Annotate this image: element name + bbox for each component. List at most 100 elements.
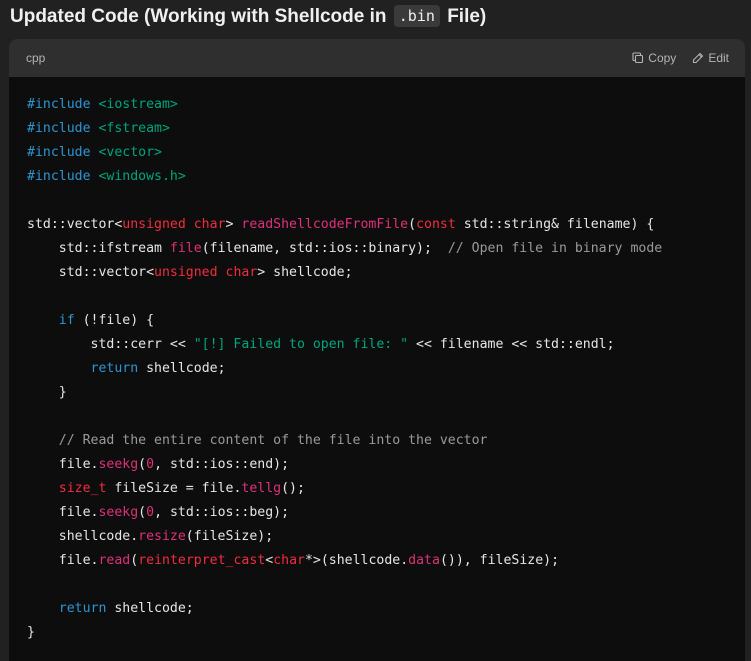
code-token: file. bbox=[27, 553, 99, 568]
copy-button[interactable]: Copy bbox=[632, 51, 676, 65]
code-token: return bbox=[90, 361, 139, 376]
code-token: ()), fileSize); bbox=[439, 553, 560, 568]
code-line: #include <fstream> bbox=[27, 117, 745, 141]
code-line: std::cerr << "[!] Failed to open file: "… bbox=[27, 333, 745, 357]
heading-text: Updated Code (Working with Shellcode in bbox=[10, 6, 387, 27]
code-token: <windows.h> bbox=[98, 169, 186, 184]
code-line: shellcode.resize(fileSize); bbox=[27, 525, 745, 549]
code-token: 0 bbox=[146, 457, 155, 472]
code-token: ( bbox=[138, 505, 147, 520]
code-token: char bbox=[273, 553, 305, 568]
code-token: std::vector< bbox=[27, 217, 123, 232]
edit-label: Edit bbox=[708, 51, 729, 65]
copy-label: Copy bbox=[648, 51, 677, 65]
code-token: (!file) { bbox=[74, 313, 155, 328]
code-token: return bbox=[58, 601, 107, 616]
code-token: , std::ios::end); bbox=[154, 457, 290, 472]
code-line: #include <vector> bbox=[27, 141, 745, 165]
code-token: "[!] Failed to open file: " bbox=[193, 337, 409, 352]
code-token: read bbox=[98, 553, 131, 568]
code-token: file. bbox=[27, 505, 99, 520]
code-token: seekg bbox=[98, 505, 139, 520]
code-token: > shellcode; bbox=[257, 265, 353, 280]
code-token: std::string& filename) { bbox=[455, 217, 655, 232]
code-token: << filename << std::endl; bbox=[408, 337, 615, 352]
code-token: <fstream> bbox=[98, 121, 170, 136]
code-token: shellcode. bbox=[27, 529, 139, 544]
code-actions: Copy Edit bbox=[632, 51, 729, 65]
code-token: readShellcodeFromFile bbox=[241, 217, 409, 232]
code-token: seekg bbox=[98, 457, 139, 472]
code-token: std::vector< bbox=[27, 265, 155, 280]
code-token: resize bbox=[138, 529, 186, 544]
code-block-header: cpp Copy Edit bbox=[9, 39, 745, 77]
copy-icon bbox=[632, 52, 644, 64]
code-token: tellg bbox=[241, 481, 282, 496]
code-line: file.seekg(0, std::ios::end); bbox=[27, 453, 745, 477]
code-token: file. bbox=[27, 457, 99, 472]
code-token: (filename, std::ios::binary); bbox=[201, 241, 448, 256]
code-token: shellcode; bbox=[138, 361, 226, 376]
code-token: , std::ios::beg); bbox=[154, 505, 290, 520]
code-line: return shellcode; bbox=[27, 597, 745, 621]
code-token: #include bbox=[27, 97, 99, 112]
code-token: // Open file in binary mode bbox=[447, 241, 663, 256]
code-line: #include <windows.h> bbox=[27, 165, 745, 189]
section-heading: Updated Code (Working with Shellcode in … bbox=[10, 4, 486, 30]
code-token: <iostream> bbox=[98, 97, 178, 112]
code-line: #include <iostream> bbox=[27, 93, 745, 117]
code-token: < bbox=[265, 553, 274, 568]
inline-code-extension: .bin bbox=[393, 5, 440, 27]
code-token: 0 bbox=[146, 505, 155, 520]
code-token: } bbox=[27, 625, 35, 640]
code-line: std::vector<unsigned char> readShellcode… bbox=[27, 213, 745, 237]
edit-icon bbox=[693, 52, 704, 64]
code-line: // Read the entire content of the file i… bbox=[27, 429, 745, 453]
code-token: std::ifstream bbox=[27, 241, 170, 256]
code-line: if (!file) { bbox=[27, 309, 745, 333]
code-token: > bbox=[225, 217, 242, 232]
code-line: file.read(reinterpret_cast<char*>(shellc… bbox=[27, 549, 745, 573]
code-token: file bbox=[169, 241, 202, 256]
code-token: // Read the entire content of the file i… bbox=[58, 433, 488, 448]
code-line: std::ifstream file(filename, std::ios::b… bbox=[27, 237, 745, 261]
code-line: return shellcode; bbox=[27, 357, 745, 381]
code-token: *>(shellcode. bbox=[304, 553, 409, 568]
code-token: const bbox=[416, 217, 456, 232]
code-line: file.seekg(0, std::ios::beg); bbox=[27, 501, 745, 525]
code-token: ( bbox=[138, 457, 147, 472]
code-lines: #include <iostream> #include <fstream> #in… bbox=[27, 93, 745, 645]
code-token: fileSize = file. bbox=[106, 481, 242, 496]
code-token: unsigned char bbox=[122, 217, 226, 232]
code-token: #include bbox=[27, 145, 99, 160]
code-token: shellcode; bbox=[106, 601, 194, 616]
edit-button[interactable]: Edit bbox=[692, 51, 729, 65]
code-token: ( bbox=[130, 553, 139, 568]
code-token: size_t bbox=[58, 481, 107, 496]
code-token: data bbox=[408, 553, 440, 568]
code-language-label: cpp bbox=[26, 51, 46, 65]
code-content[interactable]: #include <iostream> #include <fstream> #in… bbox=[9, 77, 745, 645]
code-token: reinterpret_cast bbox=[138, 553, 266, 568]
code-line: size_t fileSize = file.tellg(); bbox=[27, 477, 745, 501]
code-line: std::vector<unsigned char> shellcode; bbox=[27, 261, 745, 285]
code-line: } bbox=[27, 621, 745, 645]
code-token: <vector> bbox=[98, 145, 162, 160]
code-token: #include bbox=[27, 169, 99, 184]
code-token: } bbox=[27, 385, 67, 400]
code-line: } bbox=[27, 381, 745, 405]
code-token: (fileSize); bbox=[185, 529, 274, 544]
code-token: (); bbox=[281, 481, 305, 496]
code-token: if bbox=[58, 313, 75, 328]
code-token: unsigned char bbox=[154, 265, 258, 280]
code-token: std::cerr << bbox=[27, 337, 194, 352]
heading-text-end: File) bbox=[447, 6, 487, 27]
